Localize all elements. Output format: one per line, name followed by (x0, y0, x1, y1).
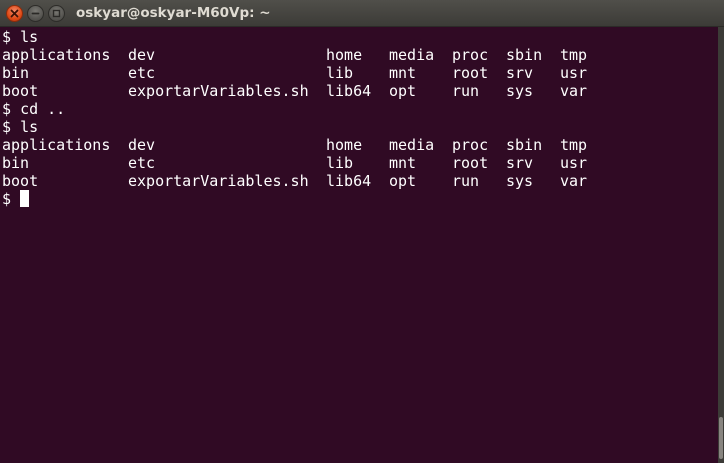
directory-entry: bin (2, 154, 30, 172)
directory-entry: sys (506, 172, 534, 190)
listing-row: boot exportarVariables.sh lib64 opt run sys va… (2, 82, 718, 100)
scrollbar[interactable] (718, 27, 724, 463)
directory-entry: srv (506, 154, 534, 172)
command-text: ls (20, 28, 39, 46)
directory-entry: home (326, 136, 363, 154)
directory-entry: run (452, 82, 480, 100)
prompt: $ (2, 190, 21, 208)
directory-entry: dev (128, 136, 156, 154)
directory-entry: var (560, 82, 588, 100)
directory-entry: boot (2, 82, 39, 100)
directory-entry: lib (326, 154, 354, 172)
prompt: $ (2, 28, 21, 46)
directory-entry: exportarVariables.sh (128, 82, 309, 100)
directory-entry: lib64 (326, 82, 372, 100)
maximize-button[interactable] (48, 5, 65, 22)
directory-entry: usr (560, 64, 588, 82)
directory-entry: var (560, 172, 588, 190)
prompt: $ (2, 100, 21, 118)
prompt: $ (2, 118, 21, 136)
directory-entry: mnt (389, 154, 417, 172)
directory-entry: opt (389, 172, 417, 190)
directory-entry: exportarVariables.sh (128, 172, 309, 190)
directory-entry: sbin (506, 46, 543, 64)
terminal-output[interactable]: $ ls applications dev home media proc sbin tmp b… (0, 27, 718, 463)
directory-entry: proc (452, 136, 489, 154)
directory-entry: root (452, 64, 489, 82)
minimize-icon (31, 12, 40, 15)
directory-entry: srv (506, 64, 534, 82)
directory-entry: opt (389, 82, 417, 100)
command-line: $ ls (2, 28, 718, 46)
command-text: ls (20, 118, 39, 136)
directory-entry: tmp (560, 46, 588, 64)
directory-entry: media (389, 46, 435, 64)
listing-row: bin etc lib mnt root srv usr (2, 64, 718, 82)
title-bar[interactable]: oskyar@oskyar-M60Vp: ~ (0, 0, 724, 27)
directory-entry: dev (128, 46, 156, 64)
directory-entry: root (452, 154, 489, 172)
directory-entry: usr (560, 154, 588, 172)
directory-entry: run (452, 172, 480, 190)
command-text: cd .. (20, 100, 66, 118)
maximize-icon (52, 9, 61, 18)
directory-entry: bin (2, 64, 30, 82)
listing-row: boot exportarVariables.sh lib64 opt run sys va… (2, 172, 718, 190)
directory-entry: applications (2, 46, 111, 64)
directory-entry: media (389, 136, 435, 154)
command-line: $ cd .. (2, 100, 718, 118)
command-line: $ ls (2, 118, 718, 136)
directory-entry: applications (2, 136, 111, 154)
close-button[interactable] (6, 5, 23, 22)
active-prompt-line[interactable]: $ (2, 190, 718, 208)
directory-entry: proc (452, 46, 489, 64)
directory-entry: lib (326, 64, 354, 82)
directory-entry: lib64 (326, 172, 372, 190)
directory-entry: sbin (506, 136, 543, 154)
close-icon (10, 9, 19, 18)
listing-row: applications dev home media proc sbin tmp (2, 46, 718, 64)
directory-entry: etc (128, 64, 156, 82)
directory-entry: etc (128, 154, 156, 172)
listing-row: bin etc lib mnt root srv usr (2, 154, 718, 172)
window-title: oskyar@oskyar-M60Vp: ~ (76, 5, 271, 21)
window-controls (6, 5, 65, 22)
directory-entry: sys (506, 82, 534, 100)
minimize-button[interactable] (27, 5, 44, 22)
listing-row: applications dev home media proc sbin tmp (2, 136, 718, 154)
directory-entry: tmp (560, 136, 588, 154)
terminal-window: oskyar@oskyar-M60Vp: ~ $ ls applications d… (0, 0, 724, 463)
directory-entry: mnt (389, 64, 417, 82)
directory-entry: home (326, 46, 363, 64)
text-cursor (20, 190, 30, 207)
scrollbar-thumb[interactable] (719, 417, 723, 459)
directory-entry: boot (2, 172, 39, 190)
